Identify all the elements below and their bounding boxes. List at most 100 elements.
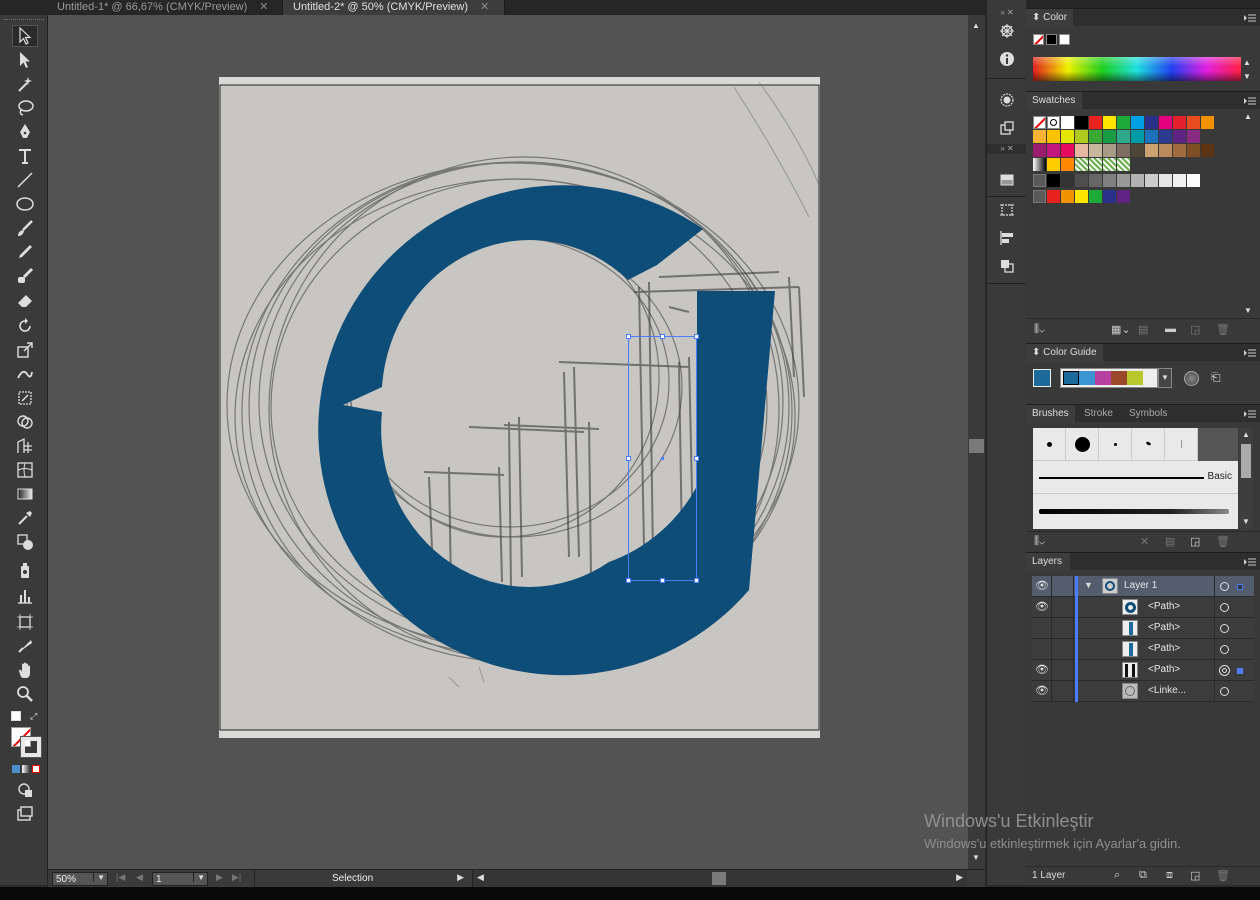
selection-tool[interactable] [12,25,38,47]
swatch-chip[interactable] [1159,130,1172,143]
swatch-chip[interactable] [1075,116,1088,129]
tab-untitled-1[interactable]: Untitled-1* @ 66,67% (CMYK/Preview) ✕ [47,0,283,15]
lock-toggle[interactable] [1052,576,1074,597]
vertical-scrollbar[interactable]: ▲ ▼ [968,15,985,869]
swatch-chip[interactable] [1075,130,1088,143]
shape-builder-tool[interactable] [12,411,38,433]
layer-row-path[interactable]: <Path> [1032,618,1254,639]
tab-color-guide[interactable]: ⬍ Color Guide [1026,344,1103,362]
appearance-icon[interactable] [998,91,1016,109]
swatch-chip[interactable] [1187,116,1200,129]
pen-tool[interactable] [12,121,38,143]
swatch-chip[interactable] [1187,130,1200,143]
swatch-chip[interactable] [1061,116,1074,129]
brush-options-icon[interactable]: ▤ [1165,535,1175,548]
swatch-chip[interactable] [1033,116,1046,129]
swatch-libraries-icon[interactable]: ⫼⌄ [1034,323,1045,336]
basic-brush[interactable]: Basic [1033,461,1238,494]
scale-tool[interactable] [12,339,38,361]
lock-toggle[interactable] [1052,639,1074,660]
swatch-chip[interactable] [1159,144,1172,157]
free-transform-tool[interactable] [12,387,38,409]
scroll-down-icon[interactable]: ▼ [972,853,980,862]
scroll-up-icon[interactable]: ▲ [1243,58,1251,67]
swatch-chip[interactable] [1075,190,1088,203]
magic-wand-tool[interactable] [12,73,38,95]
lock-toggle[interactable] [1052,597,1074,618]
delete-swatch-icon[interactable]: 🗑 [1216,323,1230,336]
swatch-chip[interactable] [1047,190,1060,203]
type-tool[interactable] [12,145,38,167]
swatch-chip[interactable] [1047,116,1060,129]
color-spectrum-bar[interactable] [1033,57,1241,81]
swatch-chip[interactable] [1089,130,1102,143]
status-menu-arrow-icon[interactable]: ▶ [457,872,464,883]
selection-bounding-box[interactable] [626,334,699,583]
swatch-chip[interactable] [1173,174,1186,187]
delete-brush-icon[interactable]: 🗑 [1216,535,1230,548]
harmony-color[interactable] [1079,371,1095,385]
show-swatch-kinds-icon[interactable]: ▦⌄ [1111,323,1131,336]
slice-tool[interactable] [12,635,38,657]
resize-handle[interactable] [626,578,631,583]
base-color-swatch[interactable] [1033,369,1051,387]
color-none-swatch[interactable] [1033,34,1044,45]
swatch-chip[interactable] [1075,144,1088,157]
zoom-tool[interactable] [12,683,38,705]
perspective-grid-tool[interactable] [12,435,38,457]
swatch-chip[interactable] [1103,116,1116,129]
tab-symbols[interactable]: Symbols [1123,405,1173,423]
scroll-right-icon[interactable]: ▶ [956,872,963,883]
symbol-sprayer-tool[interactable] [12,559,38,581]
brushes-scrollbar[interactable]: ▲ ▼ [1239,428,1253,529]
panel-grip[interactable] [1026,0,1260,8]
brush-libraries-icon[interactable]: ⫼⌄ [1034,535,1045,548]
swatch-chip[interactable] [1145,130,1158,143]
resize-handle[interactable] [694,456,699,461]
swatch-chip[interactable] [1117,116,1130,129]
tab-swatches[interactable]: Swatches [1026,92,1082,110]
swatch-chip[interactable] [1201,116,1214,129]
blob-brush-tool[interactable] [12,265,38,287]
scroll-thumb[interactable] [969,439,984,453]
dock-collapse-icon[interactable]: » ✕ [987,8,1027,17]
layer-row-layer-1[interactable]: 👁 ▼ Layer 1 [1032,576,1254,597]
pattern-swatch[interactable] [1089,158,1102,171]
swap-colors-icon[interactable]: ⤢ [30,711,40,721]
gradient-tool[interactable] [12,483,38,505]
visibility-toggle[interactable] [1032,639,1052,660]
resize-handle[interactable] [660,334,665,339]
resize-handle[interactable] [660,578,665,583]
calligraphic-brush[interactable] [1132,428,1165,461]
swatch-chip[interactable] [1131,174,1144,187]
save-color-group-icon[interactable]: ⎗ [1211,370,1221,385]
tab-untitled-2[interactable]: Untitled-2* @ 50% (CMYK/Preview) ✕ [283,0,505,15]
warp-tool[interactable] [12,363,38,385]
locate-object-icon[interactable]: ⌕ [1114,869,1120,882]
navigator-icon[interactable] [998,22,1016,40]
current-tool-status[interactable]: Selection ▶ [254,870,468,887]
visibility-toggle[interactable]: 👁 [1032,576,1052,597]
new-swatch-icon[interactable]: ◲ [1190,323,1200,336]
screen-mode-button[interactable] [12,803,38,825]
panel-menu-icon[interactable] [1244,557,1256,567]
lock-toggle[interactable] [1052,681,1074,702]
scroll-thumb[interactable] [1241,444,1251,478]
target-toggle[interactable] [1214,618,1234,639]
none-mode-icon[interactable] [32,765,40,773]
selection-indicator[interactable] [1237,584,1243,590]
pencil-tool[interactable] [12,241,38,263]
delete-layer-icon[interactable]: 🗑 [1216,869,1230,882]
selection-indicator[interactable] [1237,668,1243,674]
resize-handle[interactable] [626,456,631,461]
line-tool[interactable] [12,169,38,191]
pattern-swatch[interactable] [1117,158,1130,171]
blend-tool[interactable] [12,531,38,553]
resize-handle[interactable] [694,578,699,583]
make-clipping-mask-icon[interactable]: ⧉ [1139,869,1147,882]
swatch-chip[interactable] [1047,144,1060,157]
harmony-rule-strip[interactable] [1060,368,1158,388]
scroll-up-icon[interactable]: ▲ [1244,112,1252,121]
pattern-swatch[interactable] [1103,158,1116,171]
lasso-tool[interactable] [12,97,38,119]
